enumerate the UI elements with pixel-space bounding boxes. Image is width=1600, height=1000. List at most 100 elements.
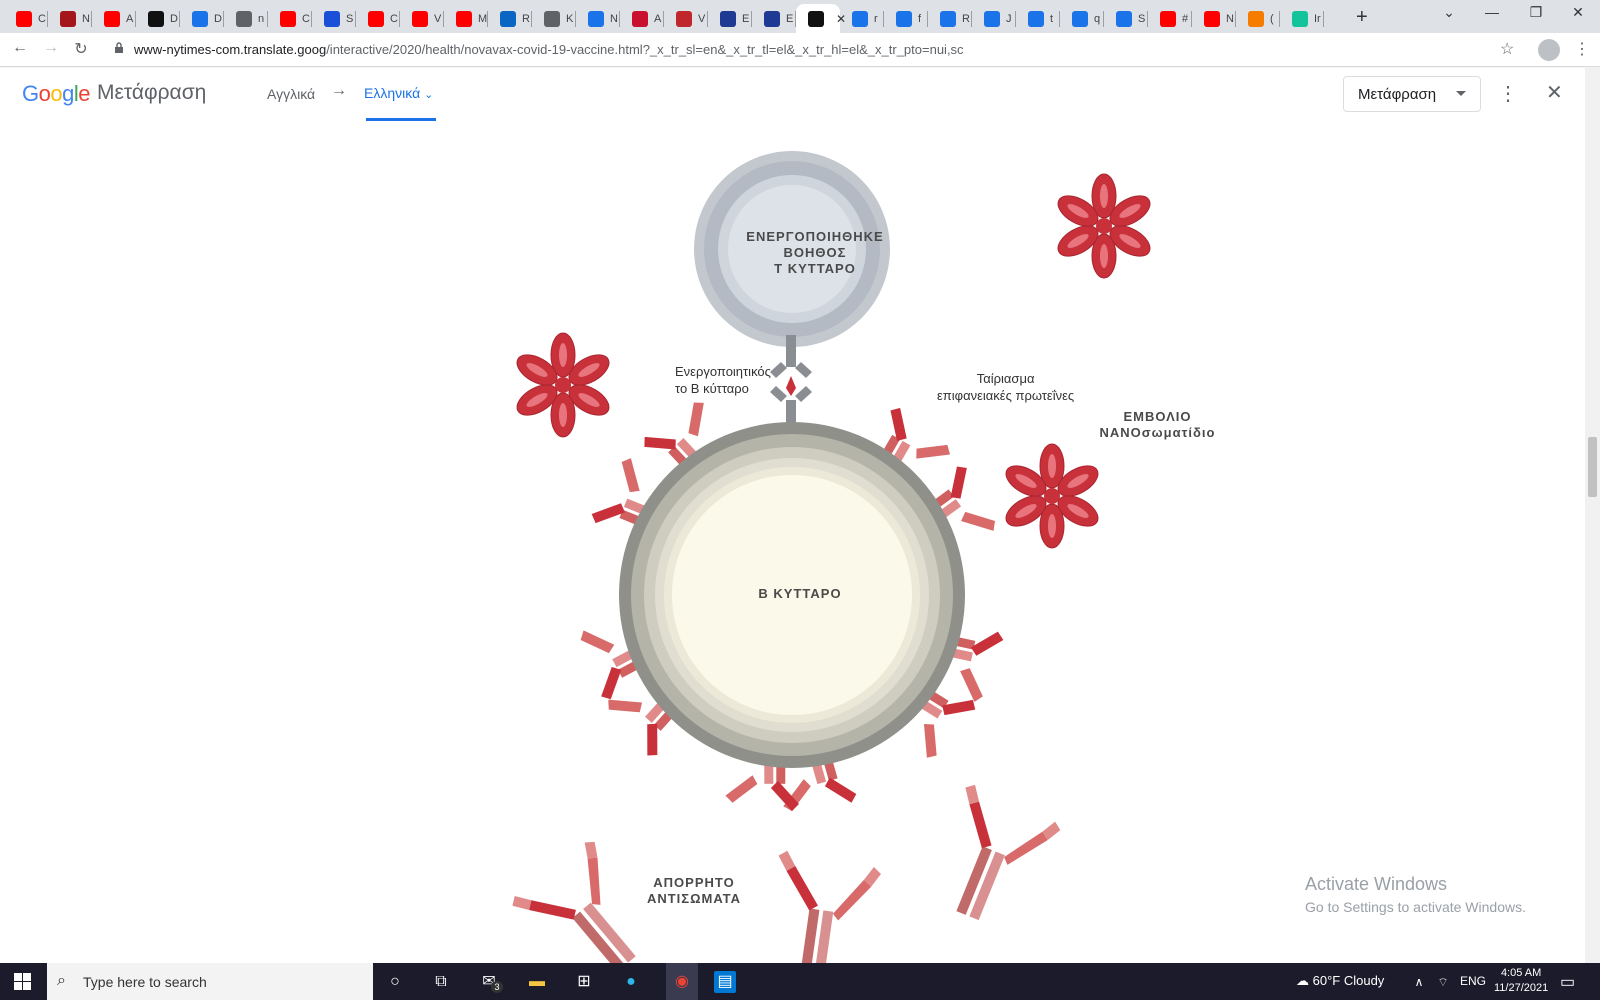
browser-tab[interactable]: N <box>48 4 92 33</box>
browser-tab[interactable]: S <box>1104 4 1148 33</box>
windows-start-icon[interactable] <box>14 973 31 990</box>
t-cell-label-line: Τ ΚΥΤΤΑΡΟ <box>774 261 856 276</box>
tab-title: N <box>610 12 618 25</box>
heart-icon <box>632 10 648 27</box>
globe-icon <box>544 10 560 27</box>
browser-tab[interactable]: M <box>444 4 488 33</box>
url-host: www-nytimes-com.translate.goog <box>134 42 327 57</box>
translate-dropdown[interactable]: Μετάφραση <box>1343 76 1481 112</box>
browser-tab[interactable]: f <box>884 4 928 33</box>
weather-widget[interactable]: ☁ 60°F Cloudy <box>1296 973 1384 989</box>
more-options-icon[interactable]: ⋮ <box>1498 81 1518 106</box>
logo-letter: G <box>22 81 39 106</box>
task-view-icon[interactable]: ⧉ <box>430 971 452 993</box>
browser-tab[interactable]: n <box>224 4 268 33</box>
tray-chevron-icon[interactable]: ∧ <box>1408 971 1430 993</box>
tab-title: V <box>698 12 706 25</box>
globe-icon <box>236 10 252 27</box>
browser-tab[interactable]: C <box>4 4 48 33</box>
bookmark-star-icon[interactable]: ☆ <box>1500 39 1514 59</box>
target-language[interactable]: Ελληνικά ⌄ <box>364 85 433 101</box>
cortana-icon[interactable]: ○ <box>384 971 406 993</box>
browser-tab[interactable]: D <box>180 4 224 33</box>
browser-tab[interactable]: J <box>972 4 1016 33</box>
logo-letter: g <box>62 81 74 106</box>
tab-search-icon[interactable]: ⌄ <box>1437 4 1461 21</box>
letter-a-icon <box>60 10 76 27</box>
note-line: το Β κύτταρο <box>675 381 749 396</box>
matching-proteins-note: Ταίριασμα επιφανειακές πρωτεΐνες <box>937 370 1074 404</box>
activate-windows-watermark: Activate Windows Go to Settings to activ… <box>1305 874 1526 915</box>
collapse-icon[interactable]: ✕ <box>1546 80 1563 105</box>
reload-button[interactable]: ↻ <box>70 39 92 59</box>
back-button[interactable]: ← <box>9 39 31 57</box>
chrome-icon[interactable]: ◉ <box>666 963 698 1000</box>
t-cell-label-line: ΕΝΕΡΓΟΠΟΙΗΘΗΚΕ <box>746 229 884 244</box>
browser-tab[interactable]: q <box>1060 4 1104 33</box>
file-explorer-icon[interactable]: ▬ <box>526 971 548 993</box>
profile-avatar[interactable] <box>1538 39 1560 61</box>
browser-tab[interactable]: K <box>532 4 576 33</box>
tab-title: C <box>302 12 310 25</box>
forward-button[interactable]: → <box>40 39 62 57</box>
browser-tab[interactable]: ✕ <box>796 4 846 33</box>
page-scrollbar[interactable] <box>1585 67 1600 963</box>
language-indicator[interactable]: ENG <box>1460 974 1486 988</box>
download-icon <box>192 10 208 27</box>
browser-tab[interactable]: R <box>928 4 972 33</box>
browser-tab[interactable]: D <box>136 4 180 33</box>
p-icon <box>940 10 956 27</box>
browser-tab[interactable]: ( <box>1236 4 1280 33</box>
tab-title: N <box>82 12 90 25</box>
notification-icon[interactable]: ▭ <box>1560 972 1575 992</box>
translate-dropdown-label: Μετάφραση <box>1358 85 1437 103</box>
taskbar-search[interactable]: ⌕ Type here to search <box>47 963 373 1000</box>
browser-tab[interactable]: R <box>488 4 532 33</box>
google-logo[interactable]: Google <box>22 81 91 107</box>
close-window-button[interactable]: ✕ <box>1566 4 1590 21</box>
browser-tab[interactable]: A <box>92 4 136 33</box>
p-icon <box>896 10 912 27</box>
browser-menu-icon[interactable]: ⋮ <box>1574 39 1590 59</box>
browser-tab[interactable]: r <box>840 4 884 33</box>
browser-tab[interactable]: Ir <box>1280 4 1324 33</box>
play-icon <box>324 10 340 27</box>
p-icon <box>1028 10 1044 27</box>
source-language[interactable]: Αγγλικά <box>267 86 315 102</box>
browser-tab[interactable]: E <box>752 4 796 33</box>
scrollbar-thumb[interactable] <box>1588 437 1597 497</box>
url-field[interactable]: www-nytimes-com.translate.goog/interacti… <box>134 42 964 57</box>
grammarly-icon <box>1292 10 1308 27</box>
tab-title: D <box>214 12 222 25</box>
logo-letter: o <box>50 81 63 106</box>
new-tab-button[interactable]: + <box>1356 6 1368 29</box>
tab-strip: C N A D Dn C S C V M R K N A V E E ✕ r f R Jt q S # N(Ir + ⌄ — ❐ … <box>0 0 1600 33</box>
browser-tab[interactable]: S <box>312 4 356 33</box>
browser-tab[interactable]: N <box>576 4 620 33</box>
browser-tab[interactable]: E <box>708 4 752 33</box>
wifi-icon[interactable]: ⌔ <box>1432 971 1454 993</box>
store-icon[interactable]: ⊞ <box>573 971 595 993</box>
mail-badge: 3 <box>491 981 503 993</box>
antibody-icon <box>921 781 1065 936</box>
mail-icon[interactable]: ✉ 3 <box>478 971 503 993</box>
browser-tab[interactable]: V <box>400 4 444 33</box>
app-icon[interactable]: ▤ <box>714 971 736 993</box>
browser-tab[interactable]: C <box>356 4 400 33</box>
p-icon <box>852 10 868 27</box>
clock-date: 11/27/2021 <box>1494 982 1549 994</box>
browser-tab[interactable]: C <box>268 4 312 33</box>
browser-tab[interactable]: A <box>620 4 664 33</box>
restore-button[interactable]: ❐ <box>1524 4 1548 21</box>
tab-title: t <box>1050 12 1054 25</box>
t-cell-label: ΕΝΕΡΓΟΠΟΙΗΘΗΚΕ ΒΟΗΘΟΣ Τ ΚΥΤΤΑΡΟ <box>740 229 890 277</box>
nanoparticle-icon <box>511 332 615 438</box>
browser-tab[interactable]: V <box>664 4 708 33</box>
browser-tab[interactable]: # <box>1148 4 1192 33</box>
edge-icon[interactable]: ● <box>620 971 642 993</box>
clock[interactable]: 4:05 AM 11/27/2021 <box>1494 966 1548 996</box>
weather-text: 60°F Cloudy <box>1312 973 1385 988</box>
browser-tab[interactable]: t <box>1016 4 1060 33</box>
minimize-button[interactable]: — <box>1480 4 1504 20</box>
browser-tab[interactable]: N <box>1192 4 1236 33</box>
